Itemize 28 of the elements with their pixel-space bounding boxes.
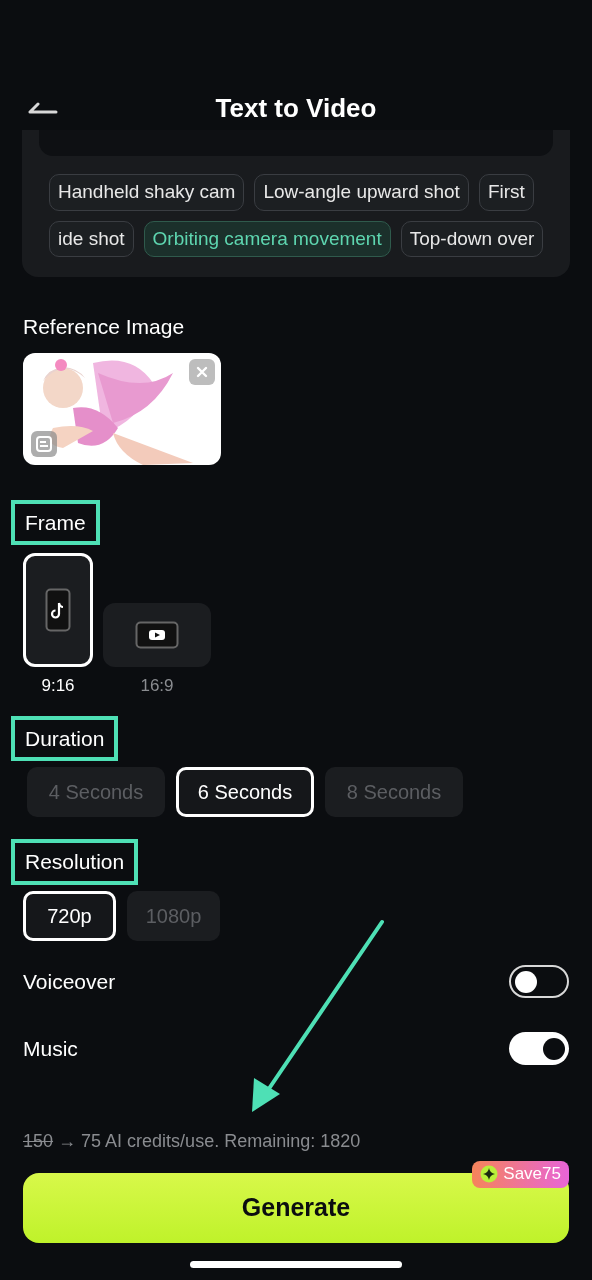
aspect-label: 16:9 bbox=[140, 675, 174, 697]
toggle-switch[interactable] bbox=[509, 1032, 569, 1065]
duration-option[interactable]: 6 Seconds bbox=[176, 767, 314, 817]
toggle-switch[interactable] bbox=[509, 965, 569, 998]
page-title: Text to Video bbox=[215, 91, 377, 125]
aspect-label: 9:16 bbox=[41, 675, 75, 697]
section-label: Frame bbox=[11, 499, 100, 545]
aspect-option[interactable] bbox=[103, 603, 211, 667]
back-arrow-icon[interactable] bbox=[28, 102, 58, 114]
style-chip[interactable]: Orbiting camera movement bbox=[143, 220, 391, 257]
setting-label: Music bbox=[23, 1035, 78, 1062]
discount-badge: Save75 bbox=[472, 1160, 569, 1188]
style-chip[interactable]: First bbox=[478, 174, 534, 211]
section-label: Resolution bbox=[11, 839, 139, 885]
aspect-option[interactable] bbox=[23, 553, 93, 667]
portrait-screen-icon bbox=[45, 588, 71, 632]
section-label: Duration bbox=[11, 715, 119, 761]
style-chip[interactable]: Top-down over bbox=[400, 220, 544, 257]
image-edit-icon[interactable] bbox=[31, 430, 57, 457]
landscape-screen-icon bbox=[135, 621, 179, 649]
section-label: Reference Image bbox=[23, 314, 186, 340]
setting-label: Voiceover bbox=[23, 968, 116, 995]
style-chip[interactable]: Low-angle upward shot bbox=[254, 174, 469, 211]
style-chip[interactable]: ide shot bbox=[49, 220, 134, 257]
resolution-option[interactable]: 720p bbox=[23, 890, 116, 941]
style-chip[interactable]: Handheld shaky cam bbox=[49, 174, 245, 211]
credits-text: 150 → 75 AI credits/use. Remaining: 1820 bbox=[23, 1129, 362, 1153]
sparkle-icon bbox=[480, 1165, 499, 1183]
